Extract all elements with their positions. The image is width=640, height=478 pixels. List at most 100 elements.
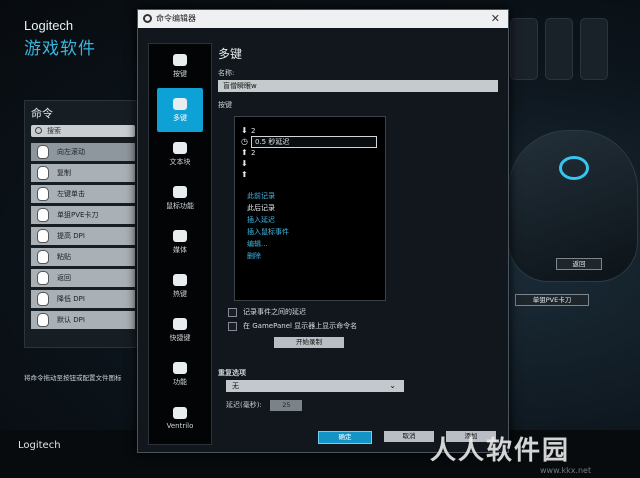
command-item[interactable]: 默认 DPI xyxy=(31,311,135,329)
brand-logitech: Logitech xyxy=(24,18,74,33)
command-item[interactable]: 提高 DPI xyxy=(31,227,135,245)
sidebar-label: 快捷键 xyxy=(169,333,191,342)
key-event-text: 2 xyxy=(251,126,256,135)
record-delays-label: 记录事件之间的延迟 xyxy=(243,308,306,316)
context-menu-item[interactable]: 此后记录 xyxy=(243,202,321,214)
sidebar-label: Ventrilo xyxy=(166,421,194,430)
key-event-row[interactable]: ⬆ xyxy=(235,169,385,180)
gamepanel-checkbox[interactable] xyxy=(228,321,237,331)
footer-logitech-logo: Logitech xyxy=(18,440,61,451)
watermark-text: 人人软件园 xyxy=(430,436,571,466)
sidebar-item-hotkey[interactable]: 热键 xyxy=(149,264,211,308)
context-menu-item[interactable]: 插入鼠标事件 xyxy=(243,226,321,238)
sidebar-item-key[interactable]: 按键 xyxy=(149,44,211,88)
command-label: 粘贴 xyxy=(57,253,71,261)
mouse-label-back[interactable]: 返回 xyxy=(556,258,602,270)
sidebar-label: 按键 xyxy=(173,69,187,78)
commands-search-input[interactable]: 搜索 xyxy=(31,125,135,137)
sidebar-label: 文本块 xyxy=(169,157,191,166)
context-menu-item[interactable]: 删除 xyxy=(243,250,321,262)
context-menu-item[interactable]: 编辑... xyxy=(243,238,321,250)
start-record-button[interactable]: 开始录制 xyxy=(274,337,344,348)
command-item[interactable]: 复制 xyxy=(31,164,135,182)
sidebar-item-text-block[interactable]: 文本块 xyxy=(149,132,211,176)
context-menu-item[interactable]: 插入延迟 xyxy=(243,214,321,226)
shortcut-icon xyxy=(173,317,187,330)
dialog-titlebar: 命令编辑器 ✕ xyxy=(138,10,508,28)
sidebar-item-multikey[interactable]: 多键 xyxy=(157,88,203,132)
hotkey-icon xyxy=(173,273,187,286)
delay-label: 延迟(毫秒): xyxy=(226,401,262,409)
command-item[interactable]: 返回 xyxy=(31,269,135,287)
mouse-icon xyxy=(37,208,49,222)
command-item[interactable]: 左键单击 xyxy=(31,185,135,203)
logitech-g-icon xyxy=(143,14,152,23)
text-block-icon xyxy=(173,141,187,154)
sidebar-item-function[interactable]: 功能 xyxy=(149,352,211,396)
command-label: 返回 xyxy=(57,274,71,282)
command-label: 提高 DPI xyxy=(57,232,85,240)
clock-icon: ◷ xyxy=(241,137,248,146)
arrow-up-icon: ⬆ xyxy=(241,170,248,179)
name-label: 名称: xyxy=(218,69,235,77)
keys-label: 按键 xyxy=(218,101,232,109)
command-type-sidebar: 按键多键文本块鼠标功能媒体热键快捷键功能 Ventrilo xyxy=(148,43,212,445)
key-icon xyxy=(173,53,187,66)
key-event-row[interactable]: ⬇ 2 xyxy=(235,125,385,136)
key-event-text: 2 xyxy=(251,148,256,157)
commands-panel: 命令 搜索 向左滚动复制左键单击单狙PVE卡刀 提高 DPI 粘贴返回降低 DPI 默… xyxy=(24,100,142,348)
sidebar-label: 媒体 xyxy=(173,245,187,254)
cancel-button[interactable]: 取消 xyxy=(384,431,434,442)
context-menu: 此前记录 此后记录 插入延迟 插入鼠标事件 编辑... 删除 xyxy=(243,190,321,262)
command-label: 降低 DPI xyxy=(57,295,85,303)
key-event-row[interactable]: ◷ 0.5 秒延迟 xyxy=(235,135,385,148)
name-input[interactable]: 盲僧瞬眼w xyxy=(218,80,498,92)
mouse-icon xyxy=(37,250,49,264)
command-item[interactable]: 粘贴 xyxy=(31,248,135,266)
sidebar-label: 多键 xyxy=(173,113,187,122)
app-brand: Logitech 游戏软件 xyxy=(24,18,96,59)
close-icon[interactable]: ✕ xyxy=(491,10,500,28)
ok-button[interactable]: 确定 xyxy=(318,431,372,444)
arrow-up-icon: ⬆ xyxy=(241,148,248,157)
bg-button xyxy=(510,18,538,80)
sidebar-item-mouse-function[interactable]: 鼠标功能 xyxy=(149,176,211,220)
command-label: 复制 xyxy=(57,169,71,177)
mouse-icon xyxy=(37,166,49,180)
sidebar-item-media[interactable]: 媒体 xyxy=(149,220,211,264)
sidebar-item-shortcut[interactable]: 快捷键 xyxy=(149,308,211,352)
commands-hint: 将命令拖动至按钮或配置文件图标 xyxy=(24,374,122,382)
command-item[interactable]: 向左滚动 xyxy=(31,143,135,161)
repeat-dropdown[interactable]: 无 ⌄ xyxy=(226,380,404,392)
repeat-value: 无 xyxy=(232,382,239,390)
repeat-label: 重复选项 xyxy=(218,369,246,377)
ventrilo-icon xyxy=(173,406,187,419)
mouse-icon xyxy=(37,229,49,243)
gamepanel-option[interactable]: 在 GamePanel 显示器上显示命令名 xyxy=(228,319,498,333)
record-delays-checkbox[interactable] xyxy=(228,307,237,317)
sidebar-label: 功能 xyxy=(173,377,187,386)
multikey-icon xyxy=(173,97,187,110)
mouse-label-macro[interactable]: 单狙PVE卡刀 xyxy=(515,294,589,306)
mouse-icon xyxy=(37,187,49,201)
section-heading: 多键 xyxy=(218,47,243,61)
watermark-url: www.kkx.net xyxy=(540,466,592,475)
context-menu-item[interactable]: 此前记录 xyxy=(243,190,321,202)
key-event-row[interactable]: ⬆ 2 xyxy=(235,147,385,158)
mouse-icon xyxy=(37,271,49,285)
record-delays-option[interactable]: 记录事件之间的延迟 xyxy=(228,305,498,319)
command-item[interactable]: 降低 DPI xyxy=(31,290,135,308)
command-label: 左键单击 xyxy=(57,190,85,198)
bg-button xyxy=(580,18,608,80)
mouse-icon xyxy=(37,313,49,327)
command-item[interactable]: 单狙PVE卡刀 xyxy=(31,206,135,224)
key-event-row[interactable]: ⬇ xyxy=(235,158,385,169)
sidebar-label: 热键 xyxy=(173,289,187,298)
command-label: 向左滚动 xyxy=(57,148,85,156)
mouse-function-icon xyxy=(173,185,187,198)
commands-title: 命令 xyxy=(31,107,53,120)
app-title: 游戏软件 xyxy=(24,39,96,59)
sidebar-item-ventrilo[interactable]: Ventrilo xyxy=(149,396,211,440)
command-label: 单狙PVE卡刀 xyxy=(57,211,99,219)
delay-input[interactable]: 25 xyxy=(270,400,303,411)
